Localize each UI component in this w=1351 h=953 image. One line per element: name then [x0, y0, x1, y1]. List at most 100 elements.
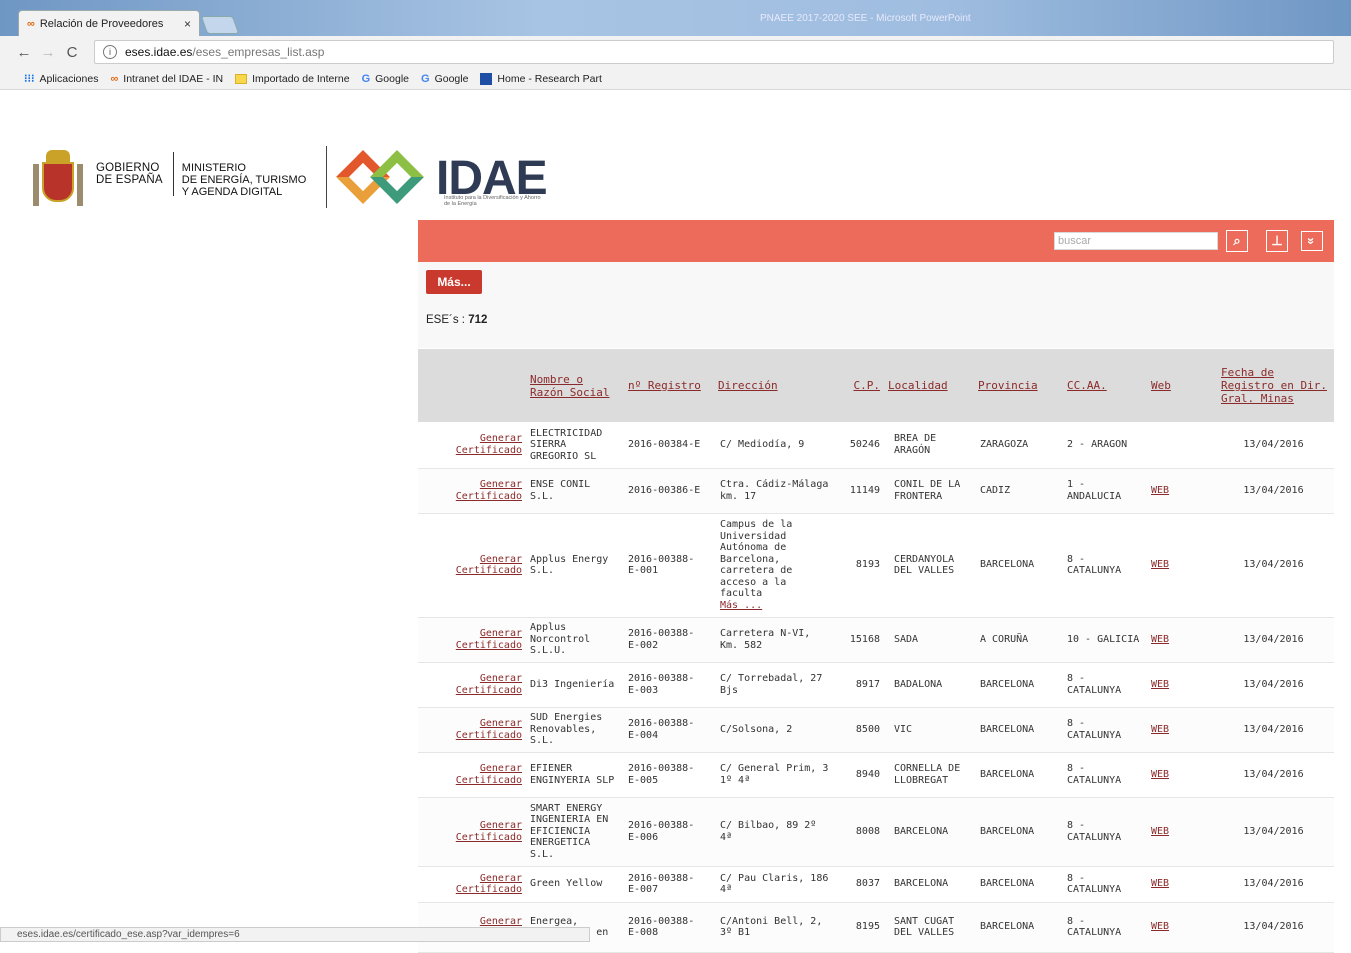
generar-certificado-link[interactable]: Generar Certificado [418, 797, 526, 867]
bookmark-research[interactable]: Home - Research Part [480, 72, 602, 85]
col-header-direccion[interactable]: Dirección [710, 349, 834, 422]
generar-certificado-link[interactable]: Generar Certificado [418, 752, 526, 798]
direccion-cell: C/ Pau Claris, 186 4ª [710, 866, 834, 903]
web-link[interactable]: WEB [1147, 468, 1213, 514]
address-bar[interactable]: i eses.idae.es /eses_empresas_list.asp [94, 40, 1334, 64]
direccion-mas-link[interactable]: Más ... [720, 600, 762, 611]
web-link[interactable]: WEB [1147, 513, 1213, 618]
bookmark-apps[interactable]: ⁝⁝⁝ Aplicaciones [24, 72, 98, 86]
col-header-localidad[interactable]: Localidad [884, 349, 974, 422]
pin-icon[interactable]: ⊥ [1266, 230, 1288, 252]
window-title: PNAEE 2017-2020 SEE - Microsoft PowerPoi… [760, 13, 971, 24]
logo-divider [172, 152, 174, 196]
tab-close-icon[interactable]: × [184, 17, 191, 31]
registro-cell: 2016-00388-E-005 [624, 752, 710, 798]
ccaa-cell: 8 - CATALUNYA [1063, 707, 1147, 753]
generar-certificado-link[interactable]: Generar Certificado [418, 617, 526, 663]
new-tab-button[interactable] [200, 16, 240, 34]
reload-icon[interactable]: C [60, 44, 84, 61]
col-header-nombre[interactable]: Nombre o Razón Social [526, 349, 624, 422]
direccion-text: C/ Bilbao, 89 2º 4ª [720, 820, 817, 843]
localidad-cell: BARCELONA [884, 797, 974, 867]
generar-certificado-link[interactable]: Generar Certificado [418, 866, 526, 903]
generar-certificado-link[interactable]: Generar Certificado [418, 707, 526, 753]
search-input[interactable]: buscar [1054, 232, 1218, 250]
search-bar: buscar ⌕ ⊥ » [418, 220, 1334, 262]
web-link[interactable]: WEB [1147, 662, 1213, 708]
direccion-text: C/Solsona, 2 [720, 723, 793, 735]
web-link[interactable]: WEB [1147, 797, 1213, 867]
gobierno-text: GOBIERNO DE ESPAÑA [96, 162, 163, 186]
cp-cell: 8195 [834, 902, 884, 953]
web-link[interactable]: WEB [1147, 707, 1213, 753]
idae-favicon-icon: ∞ [110, 72, 119, 85]
google-icon: G [421, 72, 430, 85]
generar-certificado-link[interactable]: Generar Certificado [418, 468, 526, 514]
ccaa-cell: 10 - GALICIA [1063, 617, 1147, 663]
gobierno-logo[interactable]: GOBIERNO DE ESPAÑA MINISTERIO DE ENERGÍA… [32, 146, 328, 208]
web-link[interactable]: WEB [1147, 866, 1213, 903]
site-info-icon[interactable]: i [103, 45, 117, 59]
bookmark-google-1[interactable]: G Google [362, 73, 409, 85]
col-header-web[interactable]: Web [1147, 349, 1213, 422]
col-header-registro[interactable]: nº Registro [624, 349, 710, 422]
cp-cell: 11149 [834, 468, 884, 514]
web-link[interactable]: WEB [1147, 752, 1213, 798]
ccaa-cell: 8 - CATALUNYA [1063, 902, 1147, 953]
expand-icon[interactable]: » [1301, 231, 1323, 251]
status-bar: eses.idae.es/certificado_ese.asp?var_ide… [0, 927, 590, 942]
fecha-cell: 13/04/2016 [1213, 662, 1334, 708]
col-header-ccaa[interactable]: CC.AA. [1063, 349, 1147, 422]
generar-certificado-link[interactable]: Generar Certificado [418, 422, 526, 469]
table-row: Generar Certificado ELECTRICIDAD SIERRA G… [418, 422, 1334, 469]
provincia-cell: ZARAGOZA [974, 422, 1063, 469]
direccion-text: Campus de la Universidad Autónoma de Bar… [720, 519, 793, 599]
table-row: Generar Certificado Di3 Ingeniería 2016-00… [418, 662, 1334, 708]
registro-cell: 2016-00388-E-001 [624, 513, 710, 618]
col-header-provincia[interactable]: Provincia [974, 349, 1063, 422]
web-link[interactable] [1147, 422, 1213, 469]
web-link[interactable]: WEB [1147, 902, 1213, 953]
bookmark-importado[interactable]: Importado de Interne [235, 72, 350, 85]
cp-cell: 8940 [834, 752, 884, 798]
generar-certificado-link[interactable]: Generar Certificado [418, 513, 526, 618]
registro-cell: 2016-00388-E-007 [624, 866, 710, 903]
col-header-cp[interactable]: C.P. [834, 349, 884, 422]
table-row: Generar Certificado SUD Energies Renovabl… [418, 707, 1334, 753]
nombre-cell: EFIENER ENGINYERIA SLP [526, 752, 624, 798]
ese-table: Nombre o Razón Social nº Registro Direcc… [418, 349, 1334, 953]
col-header-generar [418, 349, 526, 422]
registro-cell: 2016-00388-E-004 [624, 707, 710, 753]
back-arrow-icon[interactable]: ← [12, 44, 36, 61]
browser-tab-strip: ∞ Relación de Proveedores × PNAEE 2017-2… [0, 0, 1351, 36]
localidad-cell: CORNELLA DE LLOBREGAT [884, 752, 974, 798]
filter-area: Más... ESE´s : 712 [418, 262, 1334, 348]
localidad-cell: CERDANYOLA DEL VALLES [884, 513, 974, 618]
provincia-cell: CADIZ [974, 468, 1063, 514]
bookmark-label: Importado de Interne [252, 72, 350, 85]
web-link[interactable]: WEB [1147, 617, 1213, 663]
table-row: Generar Certificado Applus Energy S.L. 201… [418, 513, 1334, 618]
bookmark-label: Home - Research Part [497, 72, 602, 85]
google-icon: G [361, 72, 371, 85]
registro-cell: 2016-00388-E-002 [624, 617, 710, 663]
generar-certificado-link[interactable]: Generar Certificado [418, 662, 526, 708]
bookmark-intranet[interactable]: ∞ Intranet del IDAE - IN [110, 73, 223, 85]
cp-cell: 15168 [834, 617, 884, 663]
provincia-cell: A CORUÑA [974, 617, 1063, 663]
mas-button[interactable]: Más... [426, 270, 482, 294]
fecha-cell: 13/04/2016 [1213, 752, 1334, 798]
cp-cell: 8917 [834, 662, 884, 708]
bookmark-google-2[interactable]: G Google [421, 73, 468, 85]
direccion-cell: Ctra. Cádiz-Málaga km. 17 [710, 468, 834, 514]
ccaa-cell: 1 - ANDALUCIA [1063, 468, 1147, 514]
direccion-text: C/ Mediodía, 9 [720, 439, 805, 450]
direccion-text: C/ Pau Claris, 186 4ª [720, 872, 829, 896]
search-icon[interactable]: ⌕ [1226, 230, 1248, 252]
bookmarks-bar: ⁝⁝⁝ Aplicaciones ∞ Intranet del IDAE - I… [0, 68, 1351, 90]
col-header-fecha[interactable]: Fecha de Registro en Dir. Gral. Minas [1213, 349, 1334, 422]
browser-tab[interactable]: ∞ Relación de Proveedores × [18, 10, 200, 36]
bookmark-label: Google [434, 72, 469, 85]
nombre-cell: Green Yellow [526, 866, 624, 903]
forward-arrow-icon[interactable]: → [36, 44, 60, 61]
